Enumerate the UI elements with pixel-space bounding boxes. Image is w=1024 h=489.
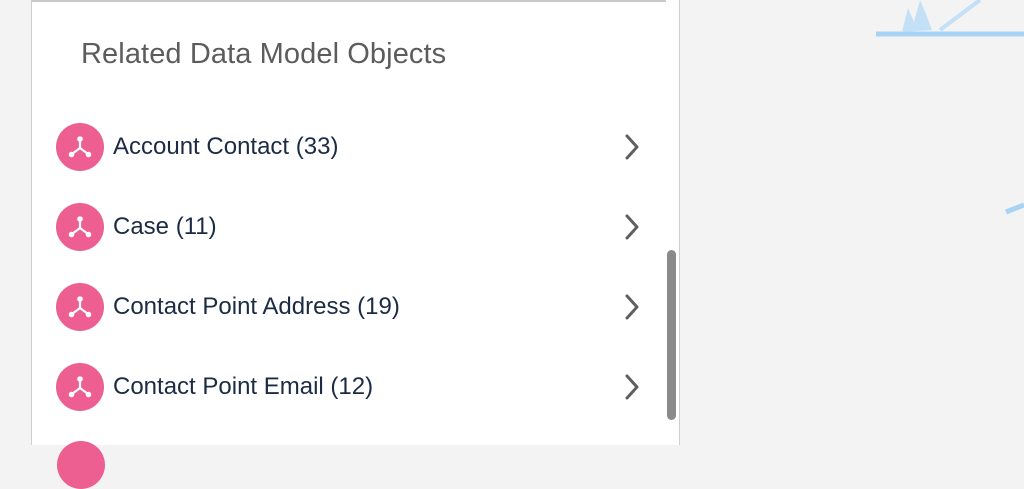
list-item-case[interactable]: Case (11) — [32, 187, 666, 267]
panel-title: Related Data Model Objects — [81, 38, 447, 70]
chevron-right-icon[interactable] — [620, 132, 644, 162]
chevron-right-icon[interactable] — [620, 372, 644, 402]
chevron-right-icon[interactable] — [620, 292, 644, 322]
list-item-account-contact[interactable]: Account Contact (33) — [32, 107, 666, 187]
data-model-object-icon — [56, 283, 104, 331]
list-item-label: Contact Point Address (19) — [113, 293, 400, 320]
list-item-label: Account Contact (33) — [113, 133, 339, 160]
chevron-right-icon[interactable] — [620, 212, 644, 242]
data-model-object-icon — [57, 441, 105, 489]
list-item-contact-point-address[interactable]: Contact Point Address (19) — [32, 267, 666, 347]
background-illustration — [876, 0, 1024, 215]
data-model-object-icon — [56, 123, 104, 171]
data-model-object-icon — [56, 203, 104, 251]
related-objects-panel: Related Data Model Objects Account Conta… — [31, 0, 680, 445]
panel-top-divider — [32, 0, 666, 2]
list-item-label: Contact Point Email (12) — [113, 373, 374, 400]
list-item-contact-point-email[interactable]: Contact Point Email (12) — [32, 347, 666, 427]
scrollbar-thumb[interactable] — [667, 250, 676, 420]
list-item-label: Case (11) — [113, 213, 217, 240]
related-objects-list: Account Contact (33) Case (11) Contact P… — [32, 107, 666, 427]
data-model-object-icon — [56, 363, 104, 411]
